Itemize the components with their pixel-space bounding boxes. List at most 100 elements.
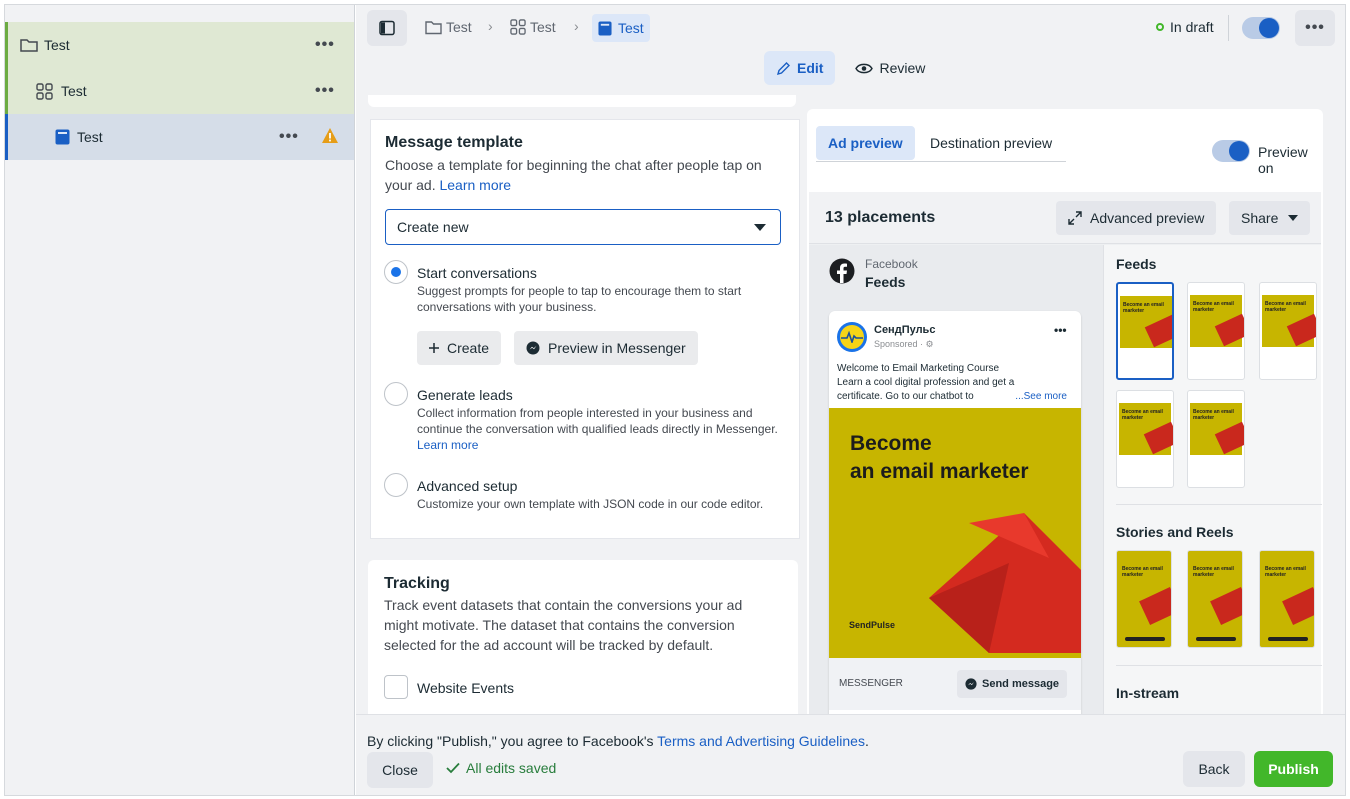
facebook-icon [829, 258, 855, 284]
close-button[interactable]: Close [367, 752, 433, 788]
more-options-button[interactable]: ••• [315, 82, 335, 100]
create-button[interactable]: Create [417, 331, 502, 365]
status-dot-icon [1156, 23, 1164, 31]
placement-thumbnail[interactable]: Become an email marketer [1187, 282, 1245, 380]
button-label: Advanced preview [1090, 210, 1205, 226]
post-text-line: certificate. Go to our chatbot to ...See… [837, 390, 1067, 404]
send-message-button[interactable]: Send message [957, 670, 1068, 698]
preview-toggle-label: Preview on [1258, 144, 1308, 176]
plus-icon [429, 343, 439, 353]
publish-agreement: By clicking "Publish," you agree to Face… [367, 733, 869, 749]
post-text-line: Welcome to Email Marketing Course [837, 363, 1000, 374]
editor-panel: Message template Choose a template for b… [356, 95, 807, 730]
button-label: Preview in Messenger [548, 340, 686, 356]
tree-item-label: Test [61, 83, 87, 99]
breadcrumb-label: Test [530, 19, 556, 35]
back-button[interactable]: Back [1183, 751, 1245, 787]
eye-icon [855, 63, 874, 73]
option-title: Start conversations [417, 265, 537, 281]
messenger-icon [965, 678, 977, 690]
ad-icon [598, 21, 612, 35]
breadcrumb-ad[interactable]: Test [592, 14, 650, 42]
tree-item-campaign[interactable]: Test ••• [5, 22, 354, 68]
tree-item-label: Test [77, 129, 103, 145]
option-title: Generate leads [417, 387, 513, 403]
platform-name: Facebook [865, 257, 918, 271]
website-events-checkbox[interactable] [384, 675, 408, 699]
tree-item-adset[interactable]: Test ••• [5, 68, 354, 114]
more-options-button[interactable]: ••• [279, 128, 299, 146]
more-options-button[interactable]: ••• [1295, 10, 1335, 46]
tab-label: Review [879, 60, 926, 76]
radio-generate-leads[interactable] [384, 382, 408, 406]
option-title: Advanced setup [417, 478, 518, 494]
cta-label: MESSENGER [839, 678, 903, 689]
placement-thumbnail[interactable]: Become an email marketer [1187, 390, 1245, 488]
breadcrumb-label: Test [446, 19, 472, 35]
button-label: Create [447, 340, 490, 356]
grid-icon [35, 82, 53, 100]
draft-toggle[interactable] [1242, 17, 1280, 39]
advanced-preview-button[interactable]: Advanced preview [1056, 201, 1217, 235]
agreement-text: By clicking "Publish," you agree to Face… [367, 733, 658, 749]
sponsored-label: Sponsored · ⚙ [874, 339, 934, 349]
share-button[interactable]: Share [1229, 201, 1311, 235]
checkbox-label: Website Events [417, 680, 515, 696]
ad-creative-image: Become an email marketer SendPulse [829, 408, 1081, 658]
tab-label: Edit [797, 60, 824, 76]
learn-more-link[interactable]: Learn more [439, 177, 511, 193]
placement-thumbnail[interactable]: Become an email marketer [1116, 550, 1172, 648]
placement-thumbnail[interactable]: Become an email marketer [1116, 282, 1174, 380]
section-description: Choose a template for beginning the chat… [385, 155, 781, 195]
placement-thumbnail[interactable]: Become an email marketer [1259, 282, 1317, 380]
creative-brand: SendPulse [849, 620, 896, 630]
tab-ad-preview[interactable]: Ad preview [816, 126, 915, 160]
preview-toggle[interactable] [1212, 140, 1250, 162]
publish-button[interactable]: Publish [1254, 751, 1333, 787]
save-status: All edits saved [446, 760, 556, 776]
placement-thumbnail[interactable]: Become an email marketer [1187, 550, 1243, 648]
post-text: Welcome to Email Marketing Course Learn … [837, 362, 1077, 404]
top-bar: Test › Test › Test In draft ••• Edit Rev… [356, 5, 1345, 105]
sidebar-tree: Test ••• Test ••• Test ••• [5, 5, 355, 795]
placements-panel: 13 placements Advanced preview Share Fac… [809, 192, 1322, 732]
caret-down-icon [754, 224, 766, 231]
divider [1116, 504, 1322, 505]
warning-icon[interactable] [321, 127, 339, 145]
select-value: Create new [397, 219, 469, 235]
see-more-link[interactable]: ...See more [1015, 390, 1067, 404]
post-more-icon[interactable]: ••• [1054, 323, 1067, 337]
tree-item-ad[interactable]: Test ••• [5, 114, 354, 160]
template-select[interactable]: Create new [385, 209, 781, 245]
preview-panel: Ad preview Destination preview Preview o… [807, 105, 1345, 732]
radio-advanced-setup[interactable] [384, 473, 408, 497]
tab-underline [816, 161, 1066, 162]
more-options-button[interactable]: ••• [315, 36, 335, 54]
tab-edit[interactable]: Edit [764, 51, 836, 85]
section-title: Message template [385, 134, 523, 151]
placement-thumbnail[interactable]: Become an email marketer [1259, 550, 1315, 648]
tab-destination-preview[interactable]: Destination preview [918, 126, 1064, 160]
agreement-suffix: . [864, 733, 869, 749]
section-in-stream: In-stream [1116, 685, 1180, 701]
message-template-card: Message template Choose a template for b… [370, 119, 800, 539]
terms-link[interactable]: Terms and Advertising Guidelines [657, 733, 865, 749]
ad-post-preview: СендПульс Sponsored · ⚙ ••• Welcome to E… [829, 311, 1081, 731]
page-name: СендПульс [874, 324, 936, 336]
placement-thumbnail[interactable]: Become an email marketer [1116, 390, 1174, 488]
option-description: Collect information from people interest… [417, 405, 787, 453]
sidebar-toggle-icon [379, 20, 395, 36]
caret-down-icon [1288, 215, 1299, 221]
breadcrumb-campaign[interactable]: Test [425, 19, 472, 35]
breadcrumb-adset[interactable]: Test [510, 19, 556, 35]
radio-start-conversations[interactable] [384, 260, 408, 284]
preview-in-messenger-button[interactable]: Preview in Messenger [514, 331, 698, 365]
section-feeds: Feeds [1116, 256, 1157, 272]
toggle-sidebar-button[interactable] [367, 10, 407, 46]
folder-icon [425, 20, 442, 34]
tab-review[interactable]: Review [843, 51, 937, 85]
app-window: Test ••• Test ••• Test ••• Test › Test ›… [4, 4, 1346, 796]
learn-more-link[interactable]: Learn more [417, 438, 478, 452]
footer-bar: By clicking "Publish," you agree to Face… [356, 714, 1345, 795]
divider [1116, 665, 1322, 666]
